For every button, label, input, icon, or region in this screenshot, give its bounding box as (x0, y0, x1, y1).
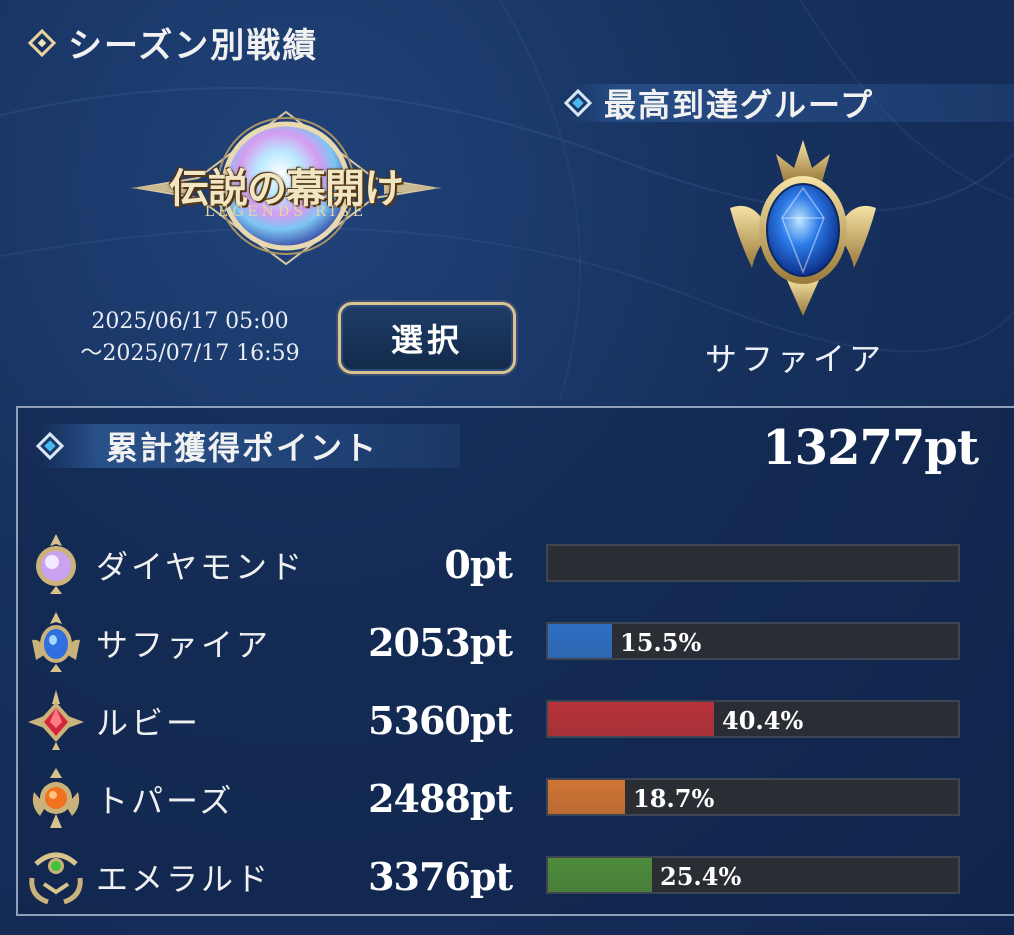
gem-row-sapphire: サファイア 2053pt 15.5% (26, 610, 986, 674)
cumulative-points-header: 累計獲得ポイント (35, 424, 460, 468)
gem-share-bar (546, 544, 960, 582)
gem-share-bar-fill (548, 702, 714, 736)
top-group-title: 最高到達グループ (604, 86, 875, 124)
topaz-gem-icon (32, 768, 80, 828)
gem-share-percent: 15.5% (620, 628, 702, 657)
diamond-gem-icon (36, 534, 76, 594)
top-group-name: サファイア (704, 340, 885, 378)
gem-label: サファイア (96, 626, 272, 664)
gem-points: 2488pt (368, 776, 513, 821)
ruby-gem-icon (28, 690, 84, 750)
gem-label: エメラルド (96, 860, 272, 898)
total-points-value: 13277pt (762, 420, 979, 476)
gem-points: 2053pt (368, 620, 513, 665)
season-logo-subtitle: LEGENDS RISE (204, 204, 368, 220)
gem-points: 0pt (444, 542, 513, 587)
gem-points: 3376pt (368, 854, 513, 899)
gem-share-percent: 25.4% (660, 862, 742, 891)
gem-share-bar-fill (548, 858, 652, 892)
gem-share-percent: 18.7% (633, 784, 715, 813)
select-season-button[interactable]: 選択 (338, 302, 516, 374)
season-record-title: シーズン別戦績 (68, 26, 319, 66)
sapphire-emblem-icon (726, 138, 880, 318)
gem-share-percent: 40.4% (722, 706, 804, 735)
top-group-header: 最高到達グループ (563, 84, 1014, 124)
emerald-gem-icon (29, 852, 83, 905)
gem-row-emerald: エメラルド 3376pt 25.4% (26, 844, 986, 908)
gem-share-bar: 18.7% (546, 778, 960, 816)
gem-share-bar-fill (548, 624, 612, 658)
gem-label: トパーズ (96, 782, 235, 820)
season-logo: 伝説の幕開け LEGENDS RISE (128, 108, 444, 268)
cumulative-points-title: 累計獲得ポイント (106, 429, 379, 467)
gem-points: 5360pt (368, 698, 513, 743)
gem-share-bar-fill (548, 780, 625, 814)
season-date-range: 2025/06/17 05:00 ～2025/07/17 16:59 (50, 306, 330, 370)
season-end-date: ～2025/07/17 16:59 (80, 341, 300, 366)
diamond-bullet-icon (563, 88, 593, 118)
gem-label: ルビー (96, 704, 202, 742)
gem-share-bar: 15.5% (546, 622, 960, 660)
diamond-bullet-icon (35, 431, 65, 461)
gem-row-diamond: ダイヤモンド 0pt (26, 532, 986, 596)
gem-row-topaz: トパーズ 2488pt 18.7% (26, 766, 986, 830)
sapphire-gem-icon (32, 612, 80, 672)
diamond-bullet-icon (27, 28, 57, 57)
select-season-button-label: 選択 (390, 321, 463, 359)
gem-share-bar: 40.4% (546, 700, 960, 738)
season-record-header: シーズン別戦績 (27, 18, 319, 67)
gem-row-ruby: ルビー 5360pt 40.4% (26, 688, 986, 752)
gem-label: ダイヤモンド (96, 548, 306, 586)
gem-share-bar: 25.4% (546, 856, 960, 894)
season-start-date: 2025/06/17 05:00 (91, 309, 289, 334)
